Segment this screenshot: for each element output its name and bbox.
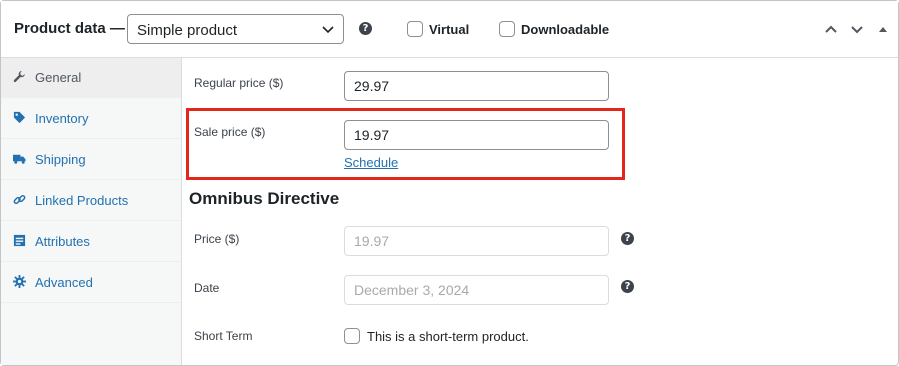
tab-advanced[interactable]: Advanced: [1, 263, 181, 303]
tab-shipping-label: Shipping: [35, 152, 86, 167]
product-type-select[interactable]: Simple product: [127, 14, 344, 44]
panel-title: Product data —: [14, 20, 125, 37]
short-term-checkbox[interactable]: [344, 328, 360, 344]
product-data-header: Product data — Simple product ? Virtual …: [1, 1, 898, 58]
omnibus-section-title: Omnibus Directive: [189, 189, 340, 208]
product-data-panel: Product data — Simple product ? Virtual …: [0, 0, 899, 366]
move-up-icon[interactable]: [823, 21, 839, 37]
tab-advanced-label: Advanced: [35, 275, 93, 290]
tab-inventory-label: Inventory: [35, 111, 89, 126]
omnibus-date-help-icon[interactable]: ?: [621, 280, 634, 293]
tab-inventory[interactable]: Inventory: [1, 99, 181, 139]
short-term-label: Short Term: [194, 329, 253, 343]
tab-linked-products[interactable]: Linked Products: [1, 181, 181, 221]
gear-icon: [13, 275, 26, 288]
sale-price-label: Sale price ($): [194, 125, 266, 139]
omnibus-date-input[interactable]: December 3, 2024: [344, 275, 609, 305]
collapse-toggle-icon[interactable]: [875, 21, 891, 37]
omnibus-date-label: Date: [194, 281, 220, 295]
tag-icon: [13, 111, 26, 124]
product-data-tabs: General Inventory Shipping Linked Produc…: [1, 58, 182, 365]
regular-price-input[interactable]: 29.97: [344, 71, 609, 101]
downloadable-label: Downloadable: [521, 22, 610, 37]
schedule-link[interactable]: Schedule: [344, 155, 398, 170]
wrench-icon: [13, 70, 25, 83]
tab-linked-products-label: Linked Products: [35, 193, 129, 208]
help-icon[interactable]: ?: [359, 22, 372, 35]
tab-attributes-label: Attributes: [35, 234, 90, 249]
downloadable-checkbox[interactable]: [499, 21, 515, 37]
product-type-value: Simple product: [137, 22, 238, 39]
link-icon: [13, 194, 26, 205]
short-term-checkbox-label: This is a short-term product.: [367, 329, 529, 344]
list-icon: [13, 234, 26, 247]
tab-general[interactable]: General: [1, 58, 181, 98]
regular-price-label: Regular price ($): [194, 76, 284, 90]
tab-general-label: General: [35, 70, 82, 85]
virtual-label: Virtual: [429, 22, 470, 37]
virtual-checkbox[interactable]: [407, 21, 423, 37]
move-down-icon[interactable]: [849, 21, 865, 37]
tab-attributes[interactable]: Attributes: [1, 222, 181, 262]
omnibus-price-help-icon[interactable]: ?: [621, 232, 634, 245]
truck-icon: [13, 154, 26, 164]
tab-shipping[interactable]: Shipping: [1, 140, 181, 180]
omnibus-price-label: Price ($): [194, 232, 240, 246]
omnibus-price-input[interactable]: 19.97: [344, 226, 609, 256]
chevron-down-icon: [322, 26, 334, 34]
sale-price-input[interactable]: 19.97: [344, 120, 609, 150]
